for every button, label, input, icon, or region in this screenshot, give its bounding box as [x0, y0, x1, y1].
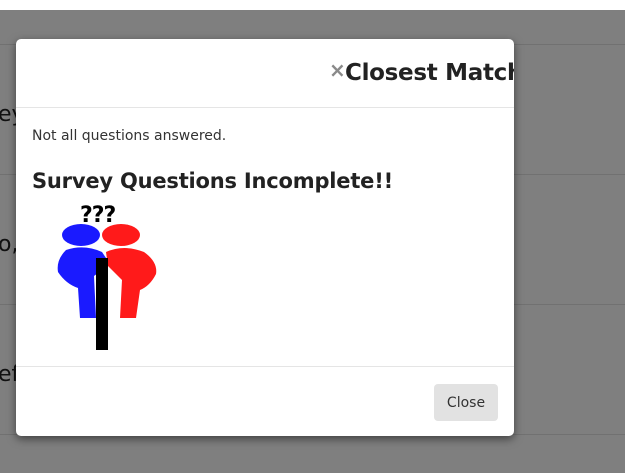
- modal-footer: Close: [16, 366, 514, 436]
- incomplete-message: Not all questions answered.: [32, 128, 227, 144]
- incomplete-heading: Survey Questions Incomplete!!: [32, 169, 393, 193]
- question-marks: ???: [80, 203, 116, 228]
- closest-match-modal: × Closest Match Not all questions answer…: [16, 39, 514, 436]
- close-button[interactable]: Close: [434, 384, 498, 421]
- modal-title: Closest Match: [345, 60, 514, 86]
- right-person-head: [102, 224, 140, 246]
- right-person-body: [106, 248, 157, 318]
- background-top-strip: [0, 0, 625, 10]
- confused-people-illustration: ???: [57, 203, 157, 350]
- modal-body: Not all questions answered. Survey Quest…: [16, 108, 514, 366]
- close-icon[interactable]: ×: [329, 60, 346, 80]
- modal-header: × Closest Match: [16, 39, 514, 108]
- left-person-head: [62, 224, 100, 246]
- center-pole: [96, 258, 108, 350]
